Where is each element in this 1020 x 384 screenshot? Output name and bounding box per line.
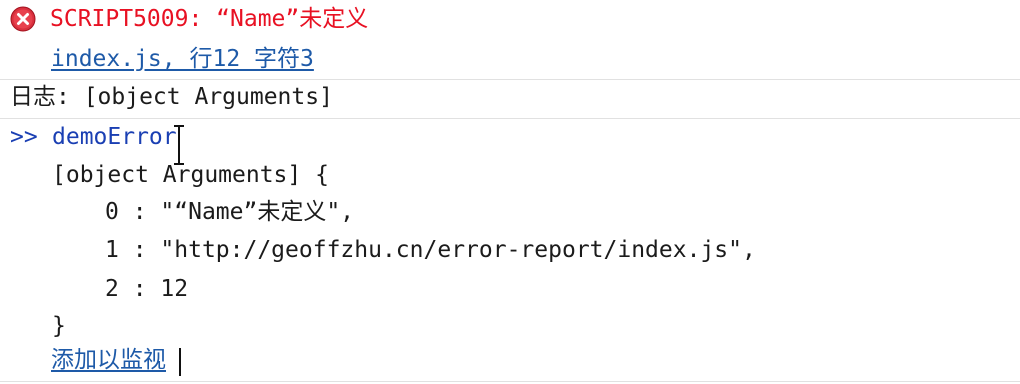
property-value: "http://geoffzhu.cn/error-report/index.j… xyxy=(160,237,756,263)
error-message: SCRIPT5009: “Name”未定义 xyxy=(50,6,369,32)
divider xyxy=(0,381,1020,382)
property-key: 0 xyxy=(105,199,119,225)
error-icon xyxy=(10,6,36,32)
object-property-1: 1 : "http://geoffzhu.cn/error-report/ind… xyxy=(105,237,756,263)
object-footer: } xyxy=(52,313,66,339)
property-key: 2 xyxy=(105,276,119,302)
object-property-2: 2 : 12 xyxy=(105,276,189,302)
prompt-chevron: >> xyxy=(10,124,38,150)
property-key: 1 xyxy=(105,237,119,263)
object-header[interactable]: [object Arguments] { xyxy=(52,160,329,190)
divider xyxy=(0,79,1020,80)
text-caret xyxy=(179,348,181,376)
command-input-echo: demoError xyxy=(52,124,177,150)
add-watch-link[interactable]: 添加以监视 xyxy=(51,345,166,375)
divider xyxy=(0,118,1020,119)
console-output: SCRIPT5009: “Name”未定义 index.js, 行12 字符3 … xyxy=(0,0,1020,384)
property-value: "“Name”未定义", xyxy=(160,199,355,225)
object-property-0: 0 : "“Name”未定义", xyxy=(105,199,355,225)
log-message: 日志: [object Arguments] xyxy=(10,84,333,110)
property-value: 12 xyxy=(160,276,189,302)
error-source-link[interactable]: index.js, 行12 字符3 xyxy=(51,44,314,74)
